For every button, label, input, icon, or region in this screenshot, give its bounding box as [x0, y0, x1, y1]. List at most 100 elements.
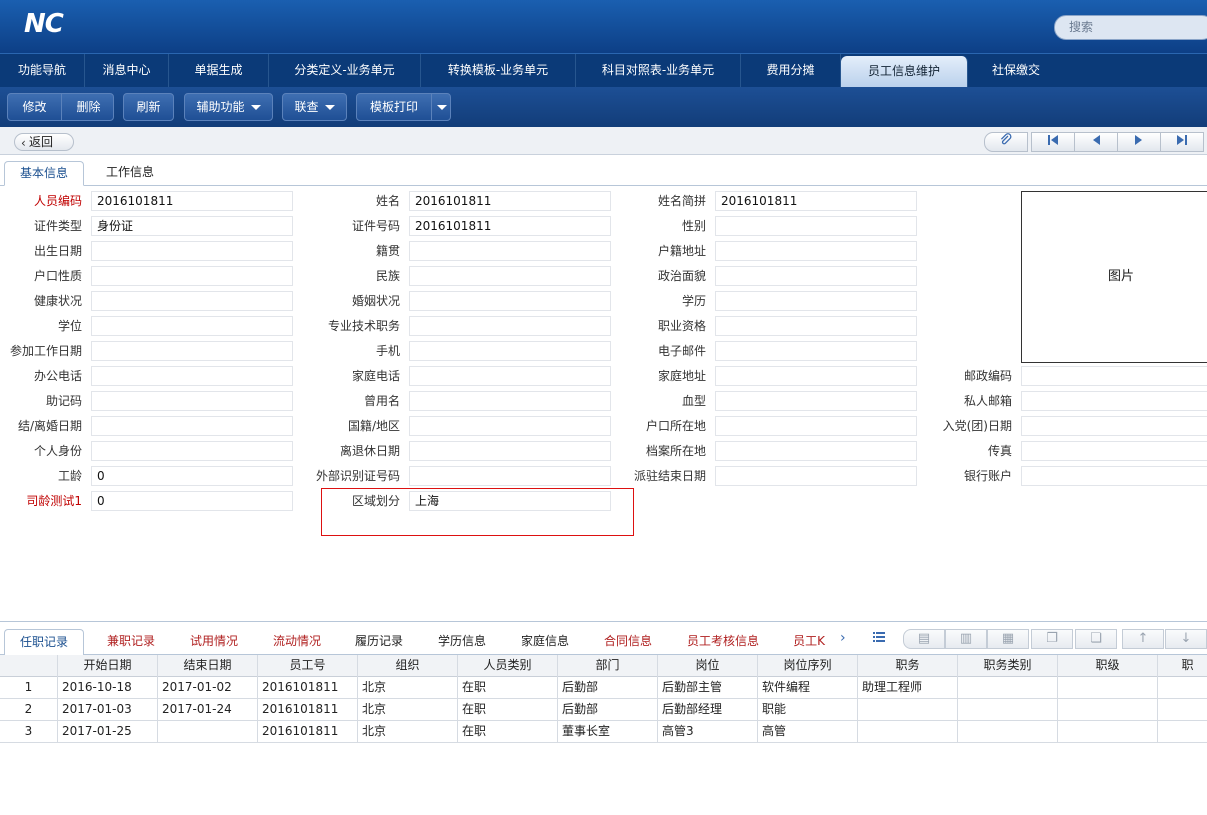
table-row[interactable]: 2 2017-01-03 2017-01-24 2016101811 北京 在职 后勤部 后勤… [0, 699, 1207, 721]
delete-row-icon[interactable]: ▦ [987, 629, 1029, 649]
column-header[interactable]: 职级 [1058, 655, 1158, 677]
table-cell[interactable] [158, 721, 258, 743]
tab-resume[interactable]: 履历记录 [340, 629, 418, 656]
tab-employee-k[interactable]: 员工K [785, 629, 833, 656]
delete-button[interactable]: 删除 [62, 94, 115, 120]
table-cell[interactable] [858, 699, 958, 721]
table-cell[interactable]: 软件编程 [758, 677, 858, 699]
first-record-icon[interactable] [1031, 132, 1075, 152]
tab-appointment-records[interactable]: 任职记录 [4, 629, 84, 656]
tab-social-security[interactable]: 社保缴交 [968, 54, 1064, 88]
tab-employee-info[interactable]: 员工信息维护 [841, 56, 968, 88]
insert-row-icon[interactable]: ▥ [945, 629, 987, 649]
table-cell[interactable]: 2017-01-03 [58, 699, 158, 721]
tab-function-nav[interactable]: 功能导航 [0, 54, 85, 88]
column-header[interactable]: 人员类别 [458, 655, 558, 677]
table-cell[interactable]: 2017-01-02 [158, 677, 258, 699]
table-cell[interactable]: 北京 [358, 699, 458, 721]
table-cell[interactable]: 2016101811 [258, 677, 358, 699]
table-cell[interactable]: 2016-10-18 [58, 677, 158, 699]
tab-message-center[interactable]: 消息中心 [85, 54, 169, 88]
field-input[interactable] [1021, 466, 1207, 486]
table-cell[interactable] [1058, 721, 1158, 743]
field-input[interactable] [715, 266, 917, 286]
table-cell[interactable]: 后勤部 [558, 699, 658, 721]
attachment-icon[interactable] [984, 132, 1028, 152]
template-print-dropdown[interactable] [432, 94, 451, 120]
table-cell[interactable] [958, 677, 1058, 699]
table-cell[interactable]: 在职 [458, 677, 558, 699]
table-cell[interactable]: 2017-01-25 [58, 721, 158, 743]
tab-mobility[interactable]: 流动情况 [258, 629, 336, 656]
refresh-button[interactable]: 刷新 [123, 93, 174, 121]
back-button[interactable]: ‹ 返回 [14, 133, 74, 151]
table-cell[interactable]: 2016101811 [258, 699, 358, 721]
edit-button[interactable]: 修改 [8, 94, 61, 120]
field-input[interactable] [715, 216, 917, 236]
tab-account-mapping[interactable]: 科目对照表-业务单元 [576, 54, 741, 88]
link-query-button[interactable]: 联查 [282, 93, 347, 121]
table-row[interactable]: 3 2017-01-25 2016101811 北京 在职 董事长室 高管3 高管 [0, 721, 1207, 743]
tab-assessment[interactable]: 员工考核信息 [676, 629, 770, 656]
add-row-icon[interactable]: ▤ [903, 629, 945, 649]
column-header[interactable]: 岗位序列 [758, 655, 858, 677]
table-cell[interactable]: 北京 [358, 721, 458, 743]
search-input[interactable]: 搜索 [1054, 15, 1207, 40]
tab-family[interactable]: 家庭信息 [506, 629, 584, 656]
column-header[interactable]: 员工号 [258, 655, 358, 677]
field-input[interactable] [1021, 391, 1207, 411]
table-cell[interactable] [958, 721, 1058, 743]
table-cell[interactable]: 在职 [458, 721, 558, 743]
chevron-right-icon[interactable]: › [840, 630, 846, 646]
tab-parttime-records[interactable]: 兼职记录 [92, 629, 170, 656]
table-cell[interactable]: 在职 [458, 699, 558, 721]
table-cell[interactable]: 高管 [758, 721, 858, 743]
column-header[interactable]: 开始日期 [58, 655, 158, 677]
table-cell[interactable] [958, 699, 1058, 721]
table-row[interactable]: 1 2016-10-18 2017-01-02 2016101811 北京 在职 后勤部 后勤… [0, 677, 1207, 699]
list-icon[interactable] [873, 631, 885, 646]
table-cell[interactable]: 后勤部主管 [658, 677, 758, 699]
table-cell[interactable]: 2016101811 [258, 721, 358, 743]
table-cell[interactable] [1058, 699, 1158, 721]
copy-row-icon[interactable]: ❐ [1031, 629, 1073, 649]
last-record-icon[interactable] [1160, 132, 1204, 152]
table-cell[interactable]: 后勤部经理 [658, 699, 758, 721]
tab-education[interactable]: 学历信息 [423, 629, 501, 656]
table-cell[interactable]: 北京 [358, 677, 458, 699]
previous-record-icon[interactable] [1074, 132, 1118, 152]
table-cell[interactable]: 2017-01-24 [158, 699, 258, 721]
column-header[interactable]: 职 [1158, 655, 1207, 677]
column-header[interactable]: 结束日期 [158, 655, 258, 677]
table-cell[interactable] [858, 721, 958, 743]
column-header[interactable]: 职务类别 [958, 655, 1058, 677]
tab-convert-template[interactable]: 转换模板-业务单元 [421, 54, 576, 88]
column-header[interactable]: 岗位 [658, 655, 758, 677]
field-input[interactable] [715, 241, 917, 261]
move-down-icon[interactable]: ↓ [1165, 629, 1207, 649]
template-print-button[interactable]: 模板打印 [356, 93, 451, 121]
table-cell[interactable]: 董事长室 [558, 721, 658, 743]
column-header[interactable]: 职务 [858, 655, 958, 677]
field-input[interactable] [715, 291, 917, 311]
move-up-icon[interactable]: ↑ [1122, 629, 1164, 649]
field-input[interactable] [1021, 416, 1207, 436]
field-input[interactable] [1021, 366, 1207, 386]
assist-function-button[interactable]: 辅助功能 [184, 93, 273, 121]
paste-row-icon[interactable]: ❏ [1075, 629, 1117, 649]
field-input[interactable] [715, 316, 917, 336]
field-input[interactable] [715, 341, 917, 361]
tab-basic-info[interactable]: 基本信息 [4, 161, 84, 186]
field-input[interactable] [1021, 441, 1207, 461]
column-header[interactable]: 组织 [358, 655, 458, 677]
table-cell[interactable]: 高管3 [658, 721, 758, 743]
field-input[interactable]: 2016101811 [715, 191, 917, 211]
table-cell[interactable] [1158, 721, 1207, 743]
table-cell[interactable]: 职能 [758, 699, 858, 721]
photo-placeholder[interactable]: 图片 [1021, 191, 1207, 363]
table-cell[interactable]: 助理工程师 [858, 677, 958, 699]
column-header[interactable]: 部门 [558, 655, 658, 677]
next-record-icon[interactable] [1117, 132, 1161, 152]
tab-document-gen[interactable]: 单据生成 [169, 54, 269, 88]
tab-cost-allocation[interactable]: 费用分摊 [741, 54, 841, 88]
